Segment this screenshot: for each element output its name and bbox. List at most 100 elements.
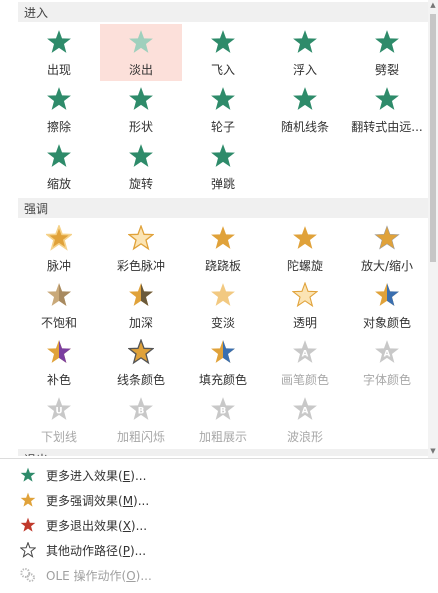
split-star-icon xyxy=(375,30,399,53)
effect-label: 脉冲 xyxy=(46,259,71,273)
effect-label: 填充颜色 xyxy=(198,373,247,387)
effect-entrance-4[interactable]: 浮入 xyxy=(264,24,346,81)
menu-item-label: 更多进入效果(E)... xyxy=(46,469,147,483)
effect-emphasis-4[interactable]: 陀螺旋 xyxy=(264,220,346,277)
scroll-down-arrow-icon[interactable]: ▼ xyxy=(428,446,438,456)
effect-label: 加粗闪烁 xyxy=(116,430,165,444)
red-star-icon xyxy=(20,517,36,532)
bold-reveal-star-icon: B xyxy=(211,397,235,420)
effect-entrance-9[interactable]: 随机线条 xyxy=(264,81,346,138)
color-pulse-star-icon xyxy=(128,225,154,251)
effect-emphasis-6[interactable]: 不饱和 xyxy=(18,277,100,334)
font-color-star-icon: A xyxy=(375,340,399,363)
wheel-star-icon xyxy=(211,87,235,110)
effect-emphasis-17: B 加粗闪烁 xyxy=(100,391,182,448)
bounce-star-icon xyxy=(211,144,235,167)
menu-item-label: 更多强调效果(M)... xyxy=(46,494,150,508)
effect-emphasis-3[interactable]: 跷跷板 xyxy=(182,220,264,277)
effect-label: 补色 xyxy=(46,373,71,387)
desaturate-star-icon xyxy=(47,283,71,306)
green-star-icon xyxy=(20,467,36,482)
vertical-scrollbar[interactable]: ▲ ▼ xyxy=(428,0,438,458)
effect-emphasis-1[interactable]: 脉冲 xyxy=(18,220,100,277)
effect-entrance-3[interactable]: 飞入 xyxy=(182,24,264,81)
section-header-emphasis: 强调 xyxy=(18,198,428,218)
section-title: 退出 xyxy=(24,451,48,456)
shape-star-icon xyxy=(129,87,153,110)
section-header-entrance: 进入 xyxy=(18,2,428,22)
effect-label: 缩放 xyxy=(46,177,71,191)
section-title: 进入 xyxy=(24,6,49,20)
effect-emphasis-13[interactable]: 填充颜色 xyxy=(182,334,264,391)
effect-emphasis-18: B 加粗展示 xyxy=(182,391,264,448)
effect-entrance-11[interactable]: 缩放 xyxy=(18,138,100,195)
scrollbar-thumb[interactable] xyxy=(430,14,436,262)
menu-item-label: 其他动作路径(P)... xyxy=(46,544,147,558)
effect-entrance-5[interactable]: 劈裂 xyxy=(346,24,428,81)
effect-entrance-8[interactable]: 轮子 xyxy=(182,81,264,138)
effect-label: 旋转 xyxy=(128,177,153,191)
wipe-star-icon xyxy=(47,87,71,110)
gold-star-icon xyxy=(20,492,36,507)
complementary-color-star-icon xyxy=(47,340,71,363)
effect-emphasis-9[interactable]: 透明 xyxy=(264,277,346,334)
random-bars-star-icon xyxy=(293,87,317,110)
effect-entrance-7[interactable]: 形状 xyxy=(100,81,182,138)
scroll-up-arrow-icon[interactable]: ▲ xyxy=(428,0,438,10)
effect-label: 随机线条 xyxy=(280,120,329,134)
effect-emphasis-5[interactable]: 放大/缩小 xyxy=(346,220,428,277)
effect-entrance-13[interactable]: 弹跳 xyxy=(182,138,264,195)
effect-label: 形状 xyxy=(128,120,153,134)
effect-entrance-2[interactable]: 淡出 xyxy=(100,24,182,81)
menu-item-3[interactable]: 更多退出效果(X)... xyxy=(0,513,438,537)
effect-emphasis-15: A 字体颜色 xyxy=(346,334,428,391)
effect-label: 跷跷板 xyxy=(204,259,241,273)
transparency-star-icon xyxy=(292,282,318,308)
effect-entrance-10[interactable]: 翻转式由远... xyxy=(346,81,428,138)
section-header-exit: 退出 xyxy=(18,449,428,456)
spin-star-icon xyxy=(293,226,317,249)
teeter-star-icon xyxy=(211,226,235,249)
menu-item-4[interactable]: 其他动作路径(P)... xyxy=(0,538,438,562)
outline-star-icon xyxy=(20,542,36,558)
effect-emphasis-10[interactable]: 对象颜色 xyxy=(346,277,428,334)
svg-text:A: A xyxy=(302,349,309,359)
fly-in-star-icon xyxy=(211,30,235,53)
line-color-star-icon xyxy=(128,339,154,365)
effect-emphasis-19: A 波浪形 xyxy=(264,391,346,448)
gears-icon xyxy=(20,568,35,582)
effect-entrance-1[interactable]: 出现 xyxy=(18,24,100,81)
effect-emphasis-12[interactable]: 线条颜色 xyxy=(100,334,182,391)
grow-turn-star-icon xyxy=(375,87,399,110)
effect-label: 线条颜色 xyxy=(116,373,165,387)
effect-label: 劈裂 xyxy=(374,63,399,77)
svg-text:A: A xyxy=(384,349,391,359)
effect-label: 飞入 xyxy=(210,63,235,77)
menu-item-1[interactable]: 更多进入效果(E)... xyxy=(0,463,438,487)
effect-entrance-12[interactable]: 旋转 xyxy=(100,138,182,195)
menu-item-2[interactable]: 更多强调效果(M)... xyxy=(0,488,438,512)
effect-label: 弹跳 xyxy=(210,177,235,191)
menu-item-label: OLE 操作动作(O)... xyxy=(46,569,152,583)
darken-star-icon xyxy=(129,283,153,306)
effect-label: 波浪形 xyxy=(286,430,323,444)
effect-label: 彩色脉冲 xyxy=(116,259,165,273)
effect-emphasis-7[interactable]: 加深 xyxy=(100,277,182,334)
bold-flash-star-icon: B xyxy=(129,397,153,420)
effect-emphasis-11[interactable]: 补色 xyxy=(18,334,100,391)
divider xyxy=(0,458,438,459)
brush-color-star-icon: A xyxy=(293,340,317,363)
effect-label: 加粗展示 xyxy=(198,430,247,444)
underline-star-icon: U xyxy=(47,397,71,420)
appear-star-icon xyxy=(47,30,71,53)
grow-shrink-star-icon xyxy=(374,225,400,250)
effect-emphasis-8[interactable]: 变淡 xyxy=(182,277,264,334)
effect-label: 不饱和 xyxy=(40,316,77,330)
svg-text:U: U xyxy=(55,406,62,416)
effect-entrance-6[interactable]: 擦除 xyxy=(18,81,100,138)
effect-label: 画笔颜色 xyxy=(280,373,329,387)
effect-emphasis-2[interactable]: 彩色脉冲 xyxy=(100,220,182,277)
svg-text:B: B xyxy=(220,406,227,416)
effect-label: 对象颜色 xyxy=(362,316,411,330)
effect-emphasis-16: U 下划线 xyxy=(18,391,100,448)
